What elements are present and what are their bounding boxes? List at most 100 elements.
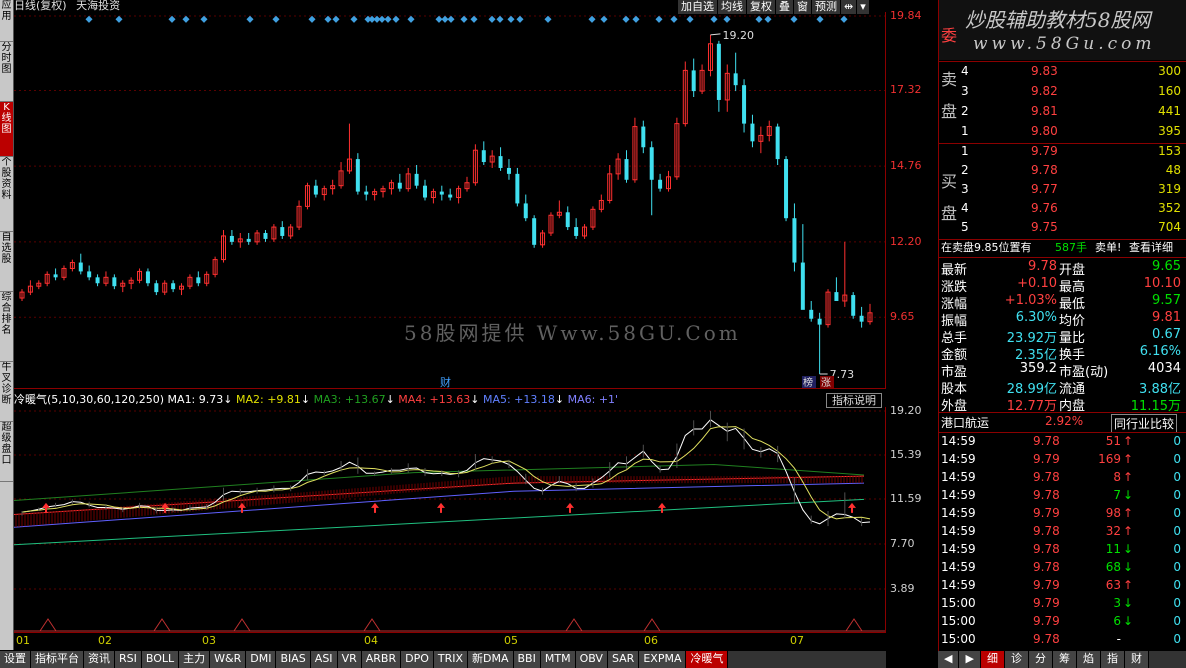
indicator-tab-6[interactable]: W&R <box>210 651 247 668</box>
indicator-tab-17[interactable]: OBV <box>575 651 608 668</box>
price[interactable]: 9.82 <box>1031 84 1058 98</box>
level: 5 <box>961 220 969 234</box>
candle-body <box>397 182 402 189</box>
buy-row: 1 9.79 153 <box>939 144 1186 162</box>
left-tab-1[interactable]: 分时图 <box>0 42 13 102</box>
indicator-tab-19[interactable]: EXPMA <box>639 651 687 668</box>
period-label[interactable]: 日线(复权) <box>14 0 67 12</box>
month-label: 05 <box>504 634 518 647</box>
order-notice[interactable]: 在卖盘9.85位置有 587手 卖单! 查看详细 <box>939 240 1186 258</box>
panel-tab-2[interactable]: 细 <box>980 651 1005 668</box>
candle-body <box>506 167 511 174</box>
tick-volume: 11 <box>1105 542 1121 556</box>
panel-tab-4[interactable]: 分 <box>1028 651 1053 668</box>
tick-row: 14:59 9.78 32 ↑ 0 <box>939 524 1186 542</box>
candle-body <box>851 295 856 316</box>
panel-tab-6[interactable]: 焰 <box>1076 651 1101 668</box>
indicator-tab-4[interactable]: BOLL <box>141 651 180 668</box>
indicator-tab-9[interactable]: ASI <box>310 651 338 668</box>
indicator-tab-14[interactable]: 新DMA <box>468 651 514 668</box>
indicator-tab-0[interactable]: 设置 <box>0 651 31 668</box>
left-tab-strip: 应用 分时图 K线图 个股资料 自选股 综合排名 牛叉诊断 超级盘口 <box>0 0 14 650</box>
indicator-tab-10[interactable]: VR <box>337 651 362 668</box>
up-arrow-icon: ↑ <box>1123 506 1134 520</box>
indicator-tab-2[interactable]: 资讯 <box>84 651 115 668</box>
tick-count: 0 <box>1173 434 1181 448</box>
sector-compare-button[interactable]: 同行业比较 <box>1111 414 1178 433</box>
price[interactable]: 9.81 <box>1031 104 1058 118</box>
kline-chart[interactable]: 58股网提供 Www.58GU.Com19.207.73财榜涨 <box>14 12 886 389</box>
indicator-tab-15[interactable]: BBI <box>513 651 541 668</box>
indicator-tab-13[interactable]: TRIX <box>433 651 469 668</box>
signal-diamond <box>764 15 772 23</box>
panel-tab-0[interactable]: ◀ <box>938 651 960 668</box>
quote-row: 股本 28.99亿 流通 3.88亿 <box>939 378 1186 397</box>
limit-badge[interactable]: 涨 <box>821 377 831 389</box>
candle-body <box>481 150 486 163</box>
indicator-tab-3[interactable]: RSI <box>115 651 142 668</box>
panel-tab-3[interactable]: 诊 <box>1004 651 1029 668</box>
indicator-tab-1[interactable]: 指标平台 <box>31 651 84 668</box>
candle-body <box>414 173 419 186</box>
price[interactable]: 9.83 <box>1031 64 1058 78</box>
tick-count: 0 <box>1173 614 1181 628</box>
indicator-chart[interactable] <box>14 407 886 633</box>
price[interactable]: 9.77 <box>1031 182 1058 196</box>
signal-diamond <box>460 15 468 23</box>
signal-diamond <box>544 15 552 23</box>
panel-tab-1[interactable]: ▶ <box>959 651 981 668</box>
quote-row: 外盘 12.77万 内盘 11.15万 <box>939 395 1186 414</box>
tick-count: 0 <box>1173 560 1181 574</box>
left-tab-2[interactable]: K线图 <box>0 102 13 157</box>
price[interactable]: 9.79 <box>1031 144 1058 158</box>
price[interactable]: 9.78 <box>1031 163 1058 177</box>
indicator-tab-5[interactable]: 主力 <box>179 651 211 668</box>
indicator-name[interactable]: 冷暖气(5,10,30,60,120,250) <box>14 393 164 406</box>
candle-body <box>355 159 360 192</box>
indicator-tab-11[interactable]: ARBR <box>361 651 402 668</box>
signal-diamond <box>632 15 640 23</box>
signal-diamond <box>447 15 455 23</box>
indicator-tab-16[interactable]: MTM <box>540 651 576 668</box>
left-tab-7[interactable]: 超级盘口 <box>0 422 13 482</box>
watermark: 58股网提供 Www.58GU.Com <box>404 321 741 345</box>
price[interactable]: 9.75 <box>1031 220 1058 234</box>
left-tab-4[interactable]: 自选股 <box>0 232 13 292</box>
left-tab-0[interactable]: 应用 <box>0 0 13 42</box>
panel-tab-8[interactable]: 财 <box>1124 651 1149 668</box>
indicator-tab-8[interactable]: BIAS <box>276 651 311 668</box>
tick-count: 0 <box>1173 506 1181 520</box>
candle-body <box>809 309 814 319</box>
indicator-tab-20[interactable]: 冷暖气 <box>686 651 729 668</box>
quote-value-2: 0.67 <box>1152 327 1181 342</box>
tick-volume: 98 <box>1105 506 1121 520</box>
price[interactable]: 9.80 <box>1031 124 1058 138</box>
panel-tab-7[interactable]: 指 <box>1100 651 1125 668</box>
left-tab-6[interactable]: 牛叉诊断 <box>0 362 13 422</box>
indicator-tab-7[interactable]: DMI <box>246 651 277 668</box>
left-tab-3[interactable]: 个股资料 <box>0 157 13 232</box>
candle-body <box>658 179 663 189</box>
sector-name[interactable]: 港口航运 <box>941 414 989 431</box>
tick-volume: 3 <box>1113 596 1121 610</box>
list-badge[interactable]: 榜 <box>803 376 813 389</box>
price[interactable]: 9.76 <box>1031 201 1058 215</box>
tick-time: 15:00 <box>941 632 976 646</box>
indicator-help-button[interactable]: 指标说明 <box>826 393 882 408</box>
quote-value-2: 9.65 <box>1152 259 1181 274</box>
indicator-tab-18[interactable]: SAR <box>607 651 640 668</box>
signal-diamond <box>200 15 208 23</box>
price-tick: 12.20 <box>890 234 922 248</box>
tick-volume: 169 <box>1098 452 1121 466</box>
finance-marker[interactable]: 财 <box>440 375 451 389</box>
candle-body <box>532 218 537 245</box>
tick-row: 14:59 9.78 11 ↓ 0 <box>939 542 1186 560</box>
up-arrow-icon: ↑ <box>1123 434 1134 448</box>
month-label: 03 <box>202 634 216 647</box>
candle-body <box>515 173 520 204</box>
indicator-tab-12[interactable]: DPO <box>401 651 434 668</box>
left-tab-5[interactable]: 综合排名 <box>0 292 13 362</box>
notice-detail-link[interactable]: 查看详细 <box>1129 240 1173 256</box>
panel-tab-5[interactable]: 筹 <box>1052 651 1077 668</box>
tick-price: 9.79 <box>1033 506 1060 520</box>
